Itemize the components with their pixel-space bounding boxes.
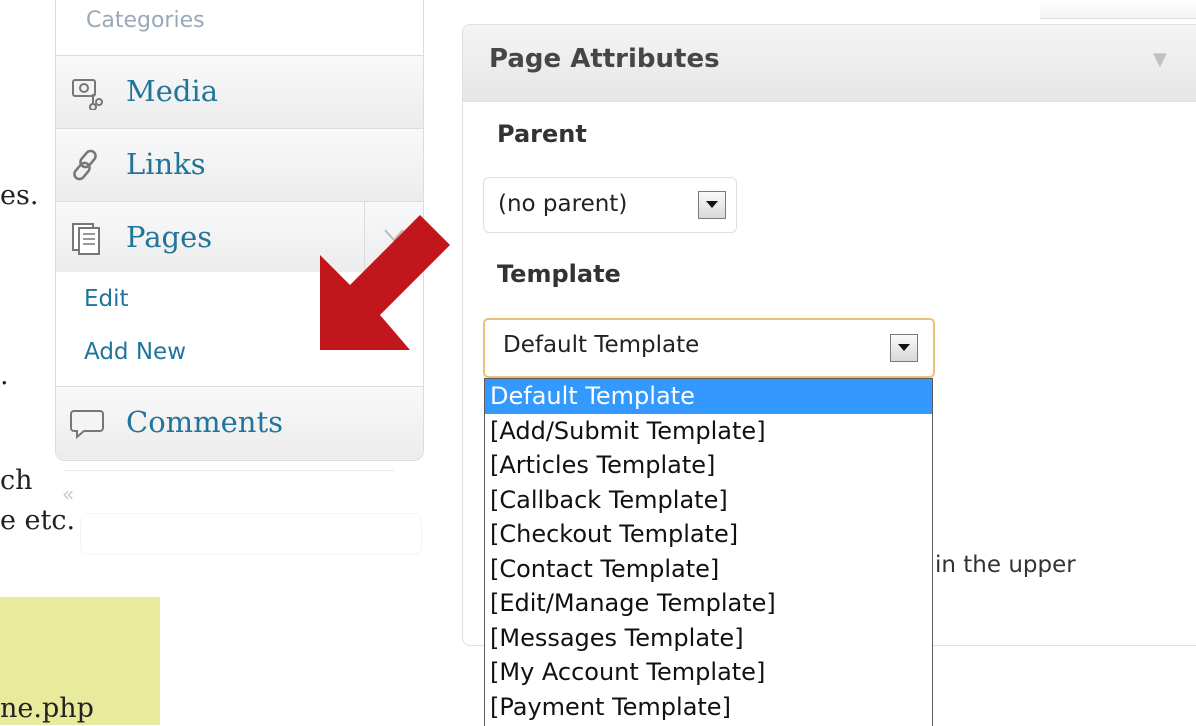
sidebar-item-comments[interactable]: Comments: [56, 387, 423, 459]
template-dropdown-list[interactable]: Default Template [Add/Submit Template] […: [484, 378, 933, 726]
links-icon: [69, 147, 105, 183]
sidebar-subitem-label: Categories: [86, 8, 205, 33]
media-icon: [69, 74, 105, 111]
sidebar-item-links[interactable]: Links: [56, 129, 423, 202]
pages-icon: [69, 220, 105, 256]
template-option[interactable]: [Contact Template]: [485, 552, 932, 587]
parent-select[interactable]: (no parent): [483, 177, 737, 233]
template-option[interactable]: [Checkout Template]: [485, 517, 932, 552]
template-option[interactable]: [Messages Template]: [485, 621, 932, 656]
template-option[interactable]: Default Template: [485, 379, 932, 414]
template-option[interactable]: [Callback Template]: [485, 483, 932, 518]
template-select[interactable]: Default Template: [483, 318, 935, 378]
dropdown-arrow-icon[interactable]: [890, 334, 918, 362]
red-arrow-icon: [320, 215, 450, 350]
sidebar-item-label: Media: [126, 74, 218, 108]
template-select-value: Default Template: [503, 332, 700, 358]
article-text-fragment: es.: [0, 180, 39, 211]
comments-icon: [69, 405, 105, 441]
sidebar-divider: [64, 470, 394, 471]
panel-header[interactable]: Page Attributes ▼: [463, 25, 1196, 102]
faded-menu-item: [80, 513, 422, 555]
article-text-fragment: ch: [0, 465, 33, 496]
sidebar-item-label: Comments: [126, 405, 284, 439]
panel-title: Page Attributes: [489, 44, 720, 74]
submenu-item-add-new[interactable]: Add New: [84, 339, 186, 365]
sidebar-subitem-categories[interactable]: Categories: [56, 0, 423, 56]
template-option[interactable]: [Add/Submit Template]: [485, 414, 932, 449]
sidebar-item-media[interactable]: Media: [56, 56, 423, 129]
article-text-fragment: ne.php: [0, 693, 94, 724]
template-option[interactable]: [Articles Template]: [485, 448, 932, 483]
collapse-menu-icon[interactable]: «: [62, 482, 74, 506]
sidebar-item-label: Links: [126, 147, 206, 181]
admin-bar-corner: [1040, 0, 1196, 19]
sidebar-item-label: Pages: [126, 220, 213, 254]
submenu-item-edit[interactable]: Edit: [84, 286, 129, 312]
article-text-fragment: e etc.: [0, 505, 76, 536]
template-option[interactable]: [Edit/Manage Template]: [485, 586, 932, 621]
parent-label: Parent: [497, 120, 587, 148]
dropdown-arrow-icon[interactable]: [698, 191, 726, 219]
help-text-fragment: in the upper: [935, 552, 1076, 578]
collapse-panel-icon[interactable]: ▼: [1153, 49, 1167, 70]
template-label: Template: [497, 260, 621, 288]
template-option[interactable]: [Payment Template]: [485, 690, 932, 725]
template-option[interactable]: [My Account Template]: [485, 655, 932, 690]
article-text-fragment: .: [0, 360, 9, 391]
parent-select-value: (no parent): [498, 191, 628, 217]
highlight-note-box: ne.php: [0, 597, 160, 725]
